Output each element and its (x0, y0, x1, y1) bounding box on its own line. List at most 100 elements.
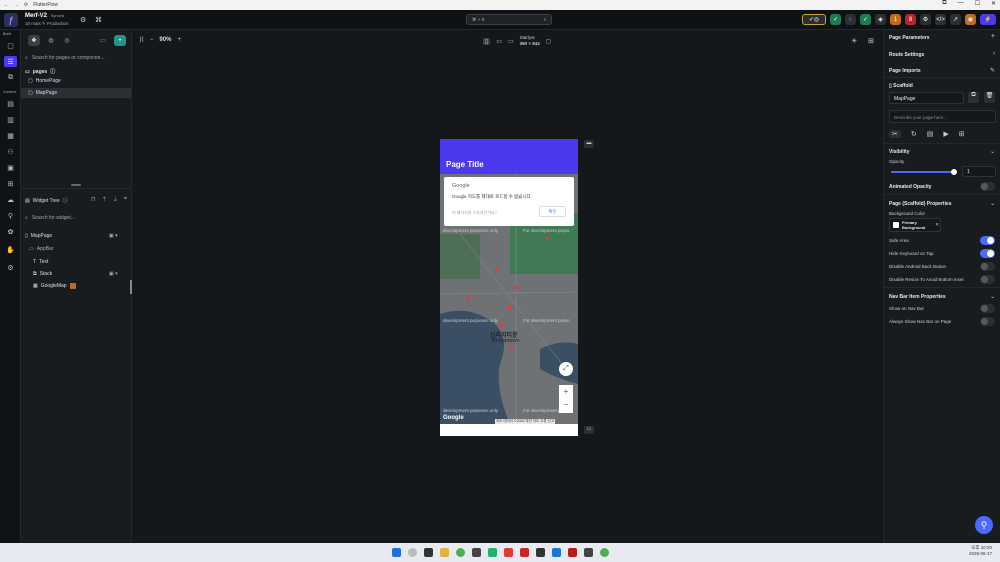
app-state-icon[interactable]: ▦ (4, 130, 17, 141)
cloud-functions-icon[interactable]: ☁ (4, 194, 17, 205)
zoom-in-icon[interactable]: + (177, 37, 181, 43)
integrations-icon[interactable]: ✋ (4, 244, 17, 255)
preview-eye-icon[interactable]: ◉ (965, 14, 976, 25)
add-page-button[interactable]: + (114, 35, 126, 46)
shortcuts-icon[interactable]: ⌘ (95, 16, 102, 24)
page-description-input[interactable]: Describe your page here... (889, 110, 996, 123)
chevron-down-icon[interactable]: ⌄ (990, 200, 995, 207)
app-icon[interactable] (519, 548, 529, 557)
backend-query-tab-icon[interactable]: ↻ (911, 130, 917, 138)
desktop-device-icon[interactable]: ▭ (508, 38, 514, 45)
map-marker-icon[interactable]: ● (466, 293, 471, 303)
properties-tab-icon[interactable]: ✂ (889, 130, 901, 138)
zoom-out-icon[interactable]: − (150, 37, 154, 43)
flutterflow-logo-icon[interactable]: ƒ (4, 13, 18, 27)
custom-code-icon[interactable]: ⚇ (4, 146, 17, 157)
flows-tab-icon[interactable]: ◎ (61, 35, 73, 46)
project-name[interactable]: Merf-V2 (25, 13, 47, 19)
always-show-nav-toggle[interactable] (980, 317, 995, 326)
page-properties-section[interactable]: Page (Scaffold) Properties (889, 201, 952, 207)
back-icon[interactable]: ← (4, 2, 9, 8)
app-icon[interactable] (567, 548, 577, 557)
components-tab-icon[interactable]: ◍ (45, 35, 57, 46)
zoom-level[interactable]: 90% (159, 37, 171, 43)
map-marker-icon[interactable]: ● (494, 264, 499, 274)
page-item-mappage[interactable]: ▢ MapPage (21, 88, 131, 98)
minimize-icon[interactable]: — (958, 0, 964, 7)
animated-opacity-toggle[interactable] (980, 182, 995, 191)
widget-search-input[interactable]: ⌕ Search for widget... (25, 213, 128, 223)
page-search-input[interactable]: ⌕ Search for pages or componen... (25, 53, 128, 63)
collapse-panel-icon[interactable]: |⟨ (140, 36, 144, 43)
storyboard-icon[interactable]: ⧉ (4, 72, 17, 83)
page-selector-icon[interactable]: ▢ (4, 40, 17, 51)
tree-item-appbar[interactable]: ▭ AppBar (29, 246, 53, 252)
settings-gear-icon[interactable]: ⚙ (80, 16, 86, 24)
stack-options-icon[interactable]: ▣ ▾ (109, 271, 118, 277)
safe-area-toggle[interactable] (980, 236, 995, 245)
pages-folder[interactable]: ▭ pages ⓘ (25, 68, 55, 76)
phone-device-icon[interactable]: ▯ (483, 37, 491, 45)
task-view-icon[interactable] (423, 548, 433, 557)
google-map[interactable]: development purposes only For developmen… (440, 174, 578, 424)
maximize-icon[interactable]: ☐ (975, 0, 980, 7)
disable-resize-toggle[interactable] (980, 275, 995, 284)
app-icon[interactable] (487, 548, 497, 557)
search-fab-icon[interactable]: ⚲ (975, 516, 993, 534)
keyboard-icon[interactable]: ▭ (584, 426, 594, 434)
resize-handle[interactable] (71, 184, 81, 186)
tree-item-stack[interactable]: ⧉ Stack (33, 271, 52, 277)
error-count-icon[interactable]: 8 (905, 14, 916, 25)
close-icon[interactable]: ✕ (991, 0, 996, 7)
pages-tab-icon[interactable]: ❖ (28, 35, 40, 46)
reload-icon[interactable]: ⟳ (24, 2, 28, 8)
layout-icon[interactable]: ⊞ (868, 37, 874, 45)
start-icon[interactable] (391, 548, 401, 557)
dialog-owner-link[interactable]: 이 페이지의 소유자인가요? (452, 210, 497, 216)
device-preview[interactable]: Page Title development purposes only For… (440, 139, 578, 436)
collab-status-icon[interactable]: ✓◎ (802, 14, 826, 25)
slider-thumb[interactable] (951, 169, 957, 175)
actions-tab-icon[interactable]: ▶ (943, 130, 948, 138)
app-icon[interactable] (583, 548, 593, 557)
map-marker-icon[interactable]: ● (507, 302, 512, 312)
map-zoom-out-icon[interactable]: − (559, 398, 573, 411)
app-icon[interactable] (551, 548, 561, 557)
warning-count-icon[interactable]: 1 (890, 14, 901, 25)
page-parameters-section[interactable]: Page Parameters (889, 35, 930, 41)
tree-item-mappage[interactable]: ▯ MapPage (25, 233, 52, 239)
opacity-slider[interactable] (891, 171, 955, 173)
map-marker-icon[interactable]: ● (499, 320, 504, 330)
system-clock[interactable]: 오후 10:20 2025-06-17 (969, 545, 992, 557)
app-icon[interactable] (535, 548, 545, 557)
agents-icon[interactable]: ✿ (4, 226, 17, 237)
map-zoom-in-icon[interactable]: + (559, 385, 573, 398)
api-calls-icon[interactable]: ▥ (4, 114, 17, 125)
app-bar[interactable]: Page Title (440, 139, 578, 174)
copy-icon[interactable]: ⧉ (968, 92, 979, 103)
hide-keyboard-toggle[interactable] (980, 249, 995, 258)
forward-icon[interactable]: → (14, 2, 19, 8)
firestore-icon[interactable]: ▤ (4, 98, 17, 109)
chrome-icon[interactable] (455, 548, 465, 557)
page-imports-section[interactable]: Page Imports (889, 68, 921, 74)
disable-back-toggle[interactable] (980, 262, 995, 271)
chevron-right-icon[interactable]: › (993, 51, 995, 57)
project-branch[interactable]: 10 mais ✎ Production (25, 21, 69, 27)
opacity-input[interactable]: 1 (962, 166, 996, 177)
edit-icon[interactable]: ✎ (990, 67, 995, 74)
route-settings-section[interactable]: Route Settings (889, 52, 924, 58)
code-icon[interactable]: </> (935, 14, 946, 25)
search-icon[interactable] (407, 548, 417, 557)
check-status-icon[interactable]: ✓ (830, 14, 841, 25)
brightness-icon[interactable]: ☀ (851, 37, 857, 45)
list-tab-icon[interactable]: ▤ (927, 130, 934, 138)
chevron-down-icon[interactable]: ⌄ (990, 293, 995, 300)
pin-icon[interactable]: ⌖ (124, 196, 127, 203)
clear-color-icon[interactable]: ✕ (935, 222, 939, 228)
run-test-icon[interactable]: ⚙ (920, 14, 931, 25)
run-lightning-icon[interactable]: ⚡ (980, 14, 996, 25)
add-parameter-icon[interactable]: + (991, 33, 995, 40)
media-assets-icon[interactable]: ▣ (4, 162, 17, 173)
map-marker-icon[interactable]: ● (509, 341, 514, 351)
